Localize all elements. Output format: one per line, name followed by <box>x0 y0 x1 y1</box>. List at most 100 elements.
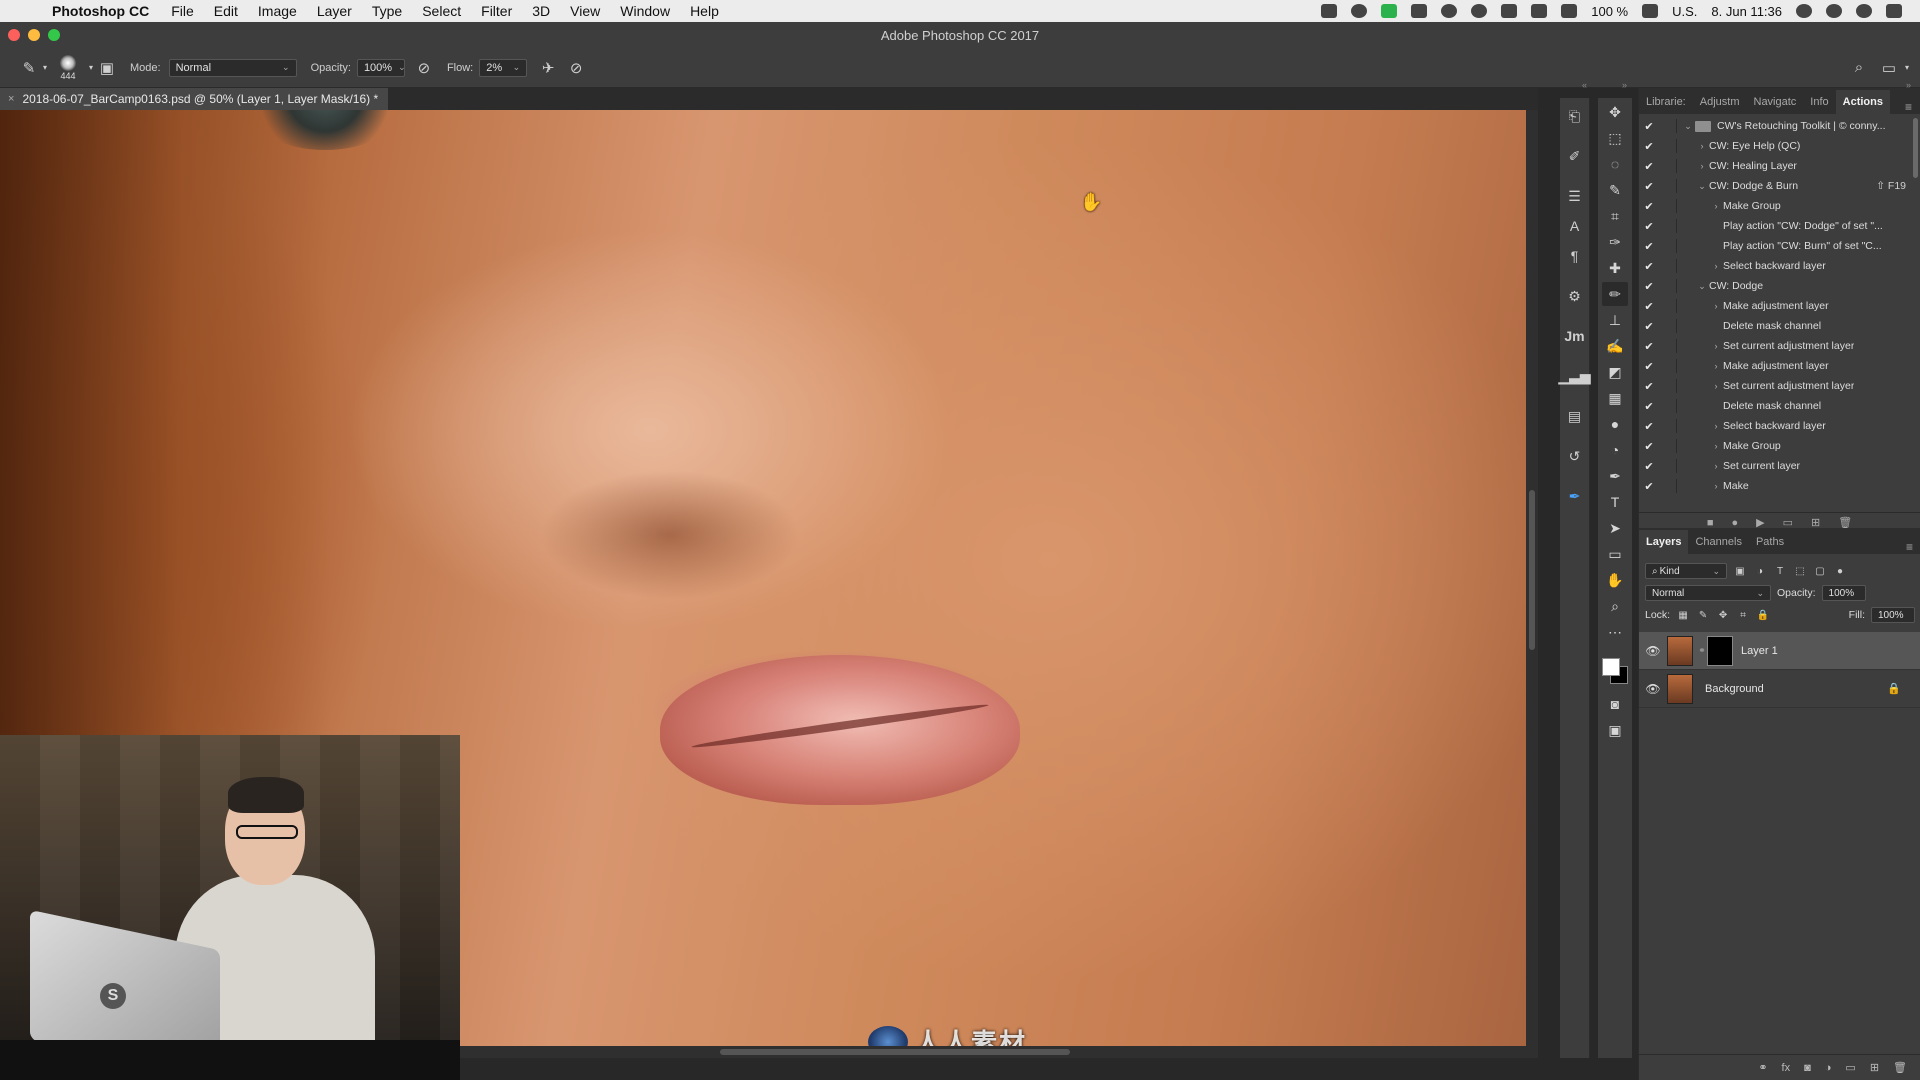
toggle-checkmark-icon[interactable]: ✔ <box>1639 160 1659 173</box>
dialog-toggle[interactable] <box>1659 239 1677 253</box>
dialog-toggle[interactable] <box>1659 459 1677 473</box>
app-menu[interactable]: Photoshop CC <box>44 3 161 19</box>
cloud-icon[interactable] <box>1411 4 1428 18</box>
lock-transparency-icon[interactable]: ▦ <box>1676 608 1690 622</box>
lasso-tool-icon[interactable]: ◌ <box>1602 152 1628 176</box>
dialog-toggle[interactable] <box>1659 359 1677 373</box>
tool-preset-dropdown-icon[interactable]: ▾ <box>40 57 50 79</box>
filter-smart-object-icon[interactable]: ▢ <box>1813 564 1827 578</box>
evernote-icon[interactable] <box>1381 4 1398 18</box>
brush-picker-dropdown-icon[interactable]: ▾ <box>86 57 96 79</box>
dialog-toggle[interactable] <box>1659 199 1677 213</box>
chevron-right-icon[interactable]: › <box>1709 481 1723 491</box>
canvas-vertical-scrollbar[interactable] <box>1526 110 1538 1058</box>
dialog-toggle[interactable] <box>1659 219 1677 233</box>
action-row[interactable]: ✔ ⌄ CW's Retouching Toolkit | © conny... <box>1639 116 1920 136</box>
scrollbar-thumb[interactable] <box>1529 490 1535 650</box>
menu-select[interactable]: Select <box>412 3 471 19</box>
histogram-icon[interactable]: ▁▃▅ <box>1558 364 1590 388</box>
menu-view[interactable]: View <box>560 3 610 19</box>
toggle-checkmark-icon[interactable]: ✔ <box>1639 460 1659 473</box>
toggle-checkmark-icon[interactable]: ✔ <box>1639 480 1659 493</box>
toggle-checkmark-icon[interactable]: ✔ <box>1639 320 1659 333</box>
tab-paths[interactable]: Paths <box>1749 530 1791 554</box>
clone-stamp-tool-icon[interactable]: ⊥ <box>1602 308 1628 332</box>
toggle-checkmark-icon[interactable]: ✔ <box>1639 420 1659 433</box>
toggle-checkmark-icon[interactable]: ✔ <box>1639 340 1659 353</box>
search-icon[interactable]: ⌕ <box>1848 57 1870 79</box>
workspace-dropdown-icon[interactable]: ▾ <box>1900 57 1914 79</box>
toggle-checkmark-icon[interactable]: ✔ <box>1639 400 1659 413</box>
add-mask-icon[interactable]: ◙ <box>1804 1062 1811 1074</box>
notification-center-icon[interactable] <box>1886 4 1902 18</box>
wifi-icon[interactable] <box>1501 4 1518 18</box>
color-swatches[interactable] <box>1600 656 1630 686</box>
chevron-down-icon[interactable]: ⌄ <box>1695 181 1709 192</box>
quick-mask-icon[interactable]: ◙ <box>1602 692 1628 716</box>
chevron-right-icon[interactable]: › <box>1695 141 1709 151</box>
panel-menu-icon[interactable]: ≡ <box>1906 540 1920 554</box>
blend-mode-dropdown[interactable]: Normal ⌄ <box>1645 585 1771 601</box>
move-tool-icon[interactable]: ✥ <box>1602 100 1628 124</box>
pen-pressure-icon[interactable]: ✒ <box>1563 484 1587 508</box>
action-row[interactable]: ✔ › Make <box>1639 476 1920 496</box>
dodge-tool-icon[interactable]: ◔ <box>1602 438 1628 462</box>
lock-position-icon[interactable]: ✥ <box>1716 608 1730 622</box>
zoom-tool-icon[interactable]: ⌕ <box>1602 594 1628 618</box>
properties-icon[interactable]: ⚙ <box>1563 284 1587 308</box>
timeline-icon[interactable]: ▤ <box>1563 404 1587 428</box>
toggle-checkmark-icon[interactable]: ✔ <box>1639 120 1659 133</box>
tab-adjustments[interactable]: Adjustm <box>1693 90 1747 114</box>
toggle-checkmark-icon[interactable]: ✔ <box>1639 240 1659 253</box>
chevron-down-icon[interactable]: ⌄ <box>1681 121 1695 132</box>
dialog-toggle[interactable] <box>1659 479 1677 493</box>
brush-preset-picker[interactable]: 444 <box>50 51 86 85</box>
foreground-color-swatch[interactable] <box>1602 658 1620 676</box>
blur-tool-icon[interactable]: ● <box>1602 412 1628 436</box>
action-row[interactable]: ✔ Delete mask channel <box>1639 396 1920 416</box>
stop-icon[interactable]: ■ <box>1707 517 1714 529</box>
menu-image[interactable]: Image <box>248 3 307 19</box>
chevron-right-icon[interactable]: › <box>1709 201 1723 211</box>
paragraph-icon[interactable]: ¶ <box>1563 244 1587 268</box>
tab-info[interactable]: Info <box>1803 90 1835 114</box>
fill-field[interactable]: 100% <box>1871 607 1915 623</box>
marquee-tool-icon[interactable]: ⬚ <box>1602 126 1628 150</box>
filter-pixel-icon[interactable]: ▣ <box>1733 564 1747 578</box>
layer-name[interactable]: Layer 1 <box>1741 645 1920 657</box>
hand-tool-icon[interactable]: ✋ <box>1602 568 1628 592</box>
brush-settings-icon[interactable]: ✐ <box>1563 144 1587 168</box>
action-row[interactable]: ✔ › Set current adjustment layer <box>1639 376 1920 396</box>
action-row[interactable]: ✔ › Make adjustment layer <box>1639 356 1920 376</box>
dialog-toggle[interactable] <box>1659 159 1677 173</box>
dialog-toggle[interactable] <box>1659 339 1677 353</box>
scrollbar-thumb[interactable] <box>720 1049 1070 1055</box>
time-machine-icon[interactable] <box>1441 4 1458 18</box>
dialog-toggle[interactable] <box>1659 119 1677 133</box>
eraser-tool-icon[interactable]: ◩ <box>1602 360 1628 384</box>
toggle-checkmark-icon[interactable]: ✔ <box>1639 200 1659 213</box>
document-tab[interactable]: × 2018-06-07_BarCamp0163.psd @ 50% (Laye… <box>0 88 389 110</box>
visibility-eye-icon[interactable]: 👁 <box>1639 682 1667 696</box>
action-row[interactable]: ✔ Play action "CW: Dodge" of set "... <box>1639 216 1920 236</box>
toggle-checkmark-icon[interactable]: ✔ <box>1639 220 1659 233</box>
filter-adjustment-icon[interactable]: ◑ <box>1753 564 1767 578</box>
menu-file[interactable]: File <box>161 3 204 19</box>
lock-icon[interactable]: 🔒 <box>1887 682 1920 695</box>
chevron-right-icon[interactable]: › <box>1695 161 1709 171</box>
eyedropper-tool-icon[interactable]: ✑ <box>1602 230 1628 254</box>
screen-mode-icon[interactable]: ▣ <box>1602 718 1628 742</box>
layer-thumbnail[interactable] <box>1667 635 1693 666</box>
dialog-toggle[interactable] <box>1659 439 1677 453</box>
bluetooth-icon[interactable] <box>1471 4 1488 18</box>
action-row[interactable]: ✔ › Select backward layer <box>1639 256 1920 276</box>
chevron-down-icon[interactable]: ⌄ <box>513 62 521 73</box>
layer-thumbnail[interactable] <box>1667 673 1693 704</box>
gradient-tool-icon[interactable]: ▦ <box>1602 386 1628 410</box>
toggle-checkmark-icon[interactable]: ✔ <box>1639 440 1659 453</box>
dialog-toggle[interactable] <box>1659 419 1677 433</box>
layer-style-icon[interactable]: fx <box>1782 1062 1791 1074</box>
dialog-toggle[interactable] <box>1659 319 1677 333</box>
airbrush-icon[interactable]: ✈ <box>537 57 559 79</box>
pen-tool-icon[interactable]: ✒ <box>1602 464 1628 488</box>
